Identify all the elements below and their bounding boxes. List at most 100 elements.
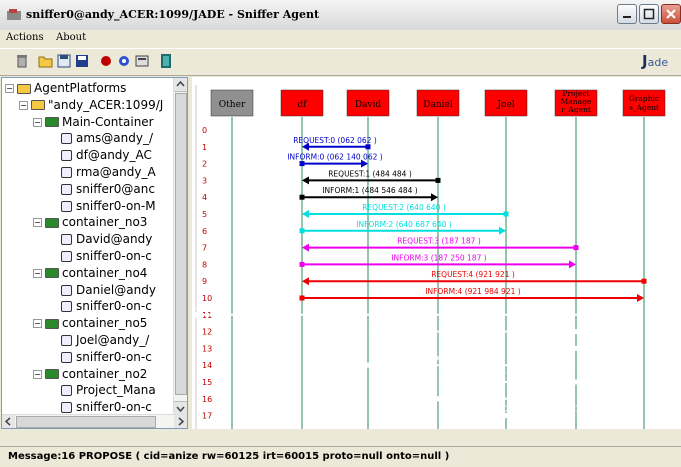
agent-box-label: David [355, 100, 382, 110]
filter-icon[interactable] [134, 53, 150, 69]
scroll-down-button[interactable] [174, 401, 187, 415]
message-label: PROPOSE:5 (ize 125 015 ) [492, 405, 590, 414]
tree-agent-node[interactable]: sniffer0-on-c [61, 298, 152, 314]
save-snapshot-icon[interactable] [56, 53, 72, 69]
tree-node-label: Project_Mana [76, 383, 156, 398]
close-icon [666, 9, 676, 19]
row-number: 12 [202, 328, 212, 337]
save-icon[interactable] [74, 53, 90, 69]
tree-agent-node[interactable]: Joel@andy_/ [61, 332, 149, 348]
tree-node-label: rma@andy_A [76, 165, 156, 179]
row-number: 1 [202, 143, 207, 152]
message-source-marker [299, 295, 305, 301]
agent-icon [61, 133, 72, 145]
agent-icon[interactable] [116, 53, 132, 69]
tree-container-node[interactable]: − container_no5 [33, 315, 147, 331]
exit-icon[interactable] [158, 53, 174, 69]
collapse-toggle-icon[interactable]: − [19, 100, 28, 110]
tree-container-node[interactable]: − container_no2 [33, 366, 147, 382]
h-scroll-thumb[interactable] [16, 416, 156, 428]
row-number: 8 [202, 260, 207, 269]
tree-agent-node[interactable]: df@andy_AC [61, 147, 152, 163]
collapse-toggle-icon[interactable]: − [33, 117, 42, 127]
clear-canvas-icon[interactable] [14, 53, 30, 69]
message-source-marker [365, 362, 371, 368]
open-folder-icon[interactable] [38, 53, 54, 69]
tree-agent-node[interactable]: Project_Mana [61, 382, 156, 398]
scroll-left-button[interactable] [2, 415, 15, 428]
tree-container-node[interactable]: − "andy_ACER:1099/J [19, 97, 163, 113]
sniffer-canvas[interactable]: Other df David Daniel Joel Project Manage r_Age… [192, 77, 681, 429]
tree-agent-node[interactable]: sniffer0-on-c [61, 349, 152, 365]
message-source-marker [365, 144, 371, 150]
close-button[interactable] [661, 4, 681, 24]
message-label: REQUEST:4 (921 921 ) [431, 270, 515, 279]
tree-container-node[interactable]: − Main-Container [33, 114, 154, 130]
row-number: 15 [202, 378, 212, 387]
menu-about[interactable]: About [56, 32, 86, 43]
message-source-marker [192, 312, 197, 318]
collapse-toggle-icon[interactable]: − [33, 319, 42, 329]
scroll-right-button[interactable] [174, 415, 187, 428]
tree-vertical-scrollbar[interactable] [173, 78, 187, 415]
folder-icon [45, 369, 59, 380]
tree-horizontal-scrollbar[interactable] [2, 414, 187, 428]
tree-node-label: container_no5 [62, 316, 148, 331]
message-label: INFORM:0 (062 140 062 ) [287, 153, 382, 162]
row-number: 5 [202, 210, 207, 219]
agent-icon [61, 385, 72, 397]
tree-node-label: sniffer0-on-c [76, 349, 152, 364]
agent-tree: − AgentPlatforms − "andy_ACER:1099/J − Main-C… [1, 77, 188, 429]
collapse-toggle-icon[interactable]: − [33, 369, 42, 379]
status-bar: Message:16 PROPOSE ( cid=anize rw=60125 … [0, 446, 681, 467]
agent-icon [61, 301, 72, 313]
maximize-button[interactable] [639, 4, 659, 24]
tree-node-label: ams@andy_/ [76, 131, 154, 146]
tree-agent-node[interactable]: sniffer0@anc [61, 181, 155, 197]
tree-agent-node[interactable]: sniffer0-on-M [61, 198, 156, 214]
tree-node-label: AgentPlatforms [34, 81, 127, 95]
row-number: 6 [202, 227, 207, 236]
tree-agent-node[interactable]: ams@andy_/ [61, 130, 153, 146]
tree-agent-node[interactable]: sniffer0-on-c [61, 399, 152, 415]
message-label: REQUEST:5 (ize 062 [192, 304, 229, 313]
message-source-marker [503, 211, 509, 217]
record-icon[interactable] [98, 53, 114, 69]
tree-agent-node[interactable]: rma@andy_A [61, 164, 156, 180]
agent-box-label: Daniel [423, 100, 453, 110]
row-number: 3 [202, 176, 207, 185]
message-source-marker [435, 396, 441, 402]
minimize-button[interactable] [617, 4, 637, 24]
chevron-left-icon [4, 417, 11, 426]
tree-agent-node[interactable]: Daniel@andy [61, 282, 156, 298]
collapse-toggle-icon[interactable]: − [33, 268, 42, 278]
tree-agent-node[interactable]: sniffer0-on-c [61, 248, 152, 264]
folder-icon [45, 117, 59, 128]
maximize-icon [643, 8, 655, 20]
agent-box-label: r_Agent [561, 105, 591, 114]
row-number: 9 [202, 277, 207, 286]
folder-icon [17, 83, 31, 94]
collapse-toggle-icon[interactable]: − [33, 218, 42, 228]
scroll-up-button[interactable] [174, 78, 187, 92]
scroll-thumb[interactable] [175, 93, 187, 395]
tree-container-node[interactable]: − container_no3 [33, 214, 147, 230]
message-source-marker [299, 228, 305, 234]
tree-agent-node[interactable]: David@andy [61, 231, 152, 247]
folder-icon [45, 268, 59, 279]
message-source-marker [299, 261, 305, 267]
tree-node-label: Joel@andy_/ [76, 333, 150, 347]
chevron-right-icon [178, 417, 185, 426]
title-bar: sniffer0@andy_ACER:1099/JADE - Sniffer A… [0, 0, 681, 31]
collapse-toggle-icon[interactable]: − [5, 84, 14, 93]
tree-node-label: df@andy_AC [76, 148, 152, 163]
tree-container-node[interactable]: − AgentPlatforms [5, 80, 126, 96]
row-number: 13 [202, 344, 212, 353]
message-label: INFORM:2 (640 687 640 ) [356, 220, 451, 229]
tree-node-label: sniffer0-on-c [76, 299, 152, 314]
sniffer-app-icon [7, 9, 21, 20]
message-label: CFP:5 (ize 015 [445, 321, 499, 330]
menu-actions[interactable]: Actions [6, 32, 44, 43]
tree-node-label: container_no3 [62, 215, 148, 230]
tree-container-node[interactable]: − container_no4 [33, 265, 147, 281]
